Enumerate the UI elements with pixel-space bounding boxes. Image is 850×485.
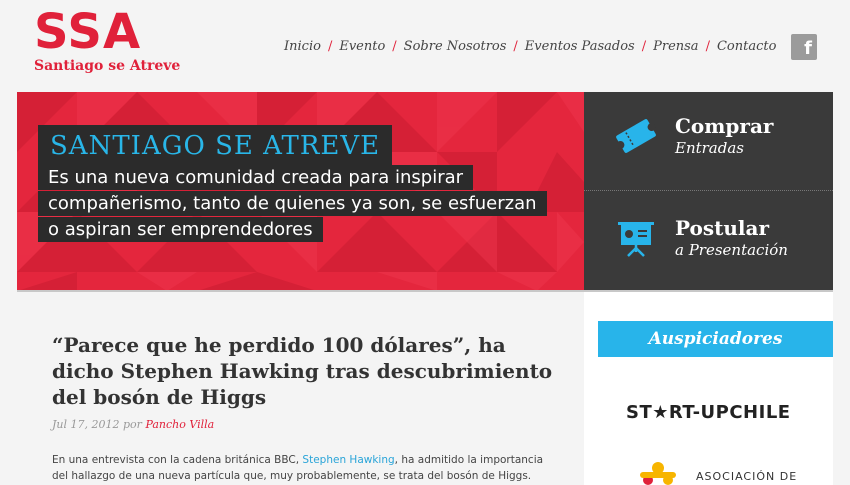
logo-subtitle: Santiago se Atreve [34,58,181,74]
apply-subtitle: a Presentación [675,241,788,259]
action-panel: Comprar Entradas Postular a Presentación [584,92,833,291]
site-logo[interactable]: SSA Santiago se Atreve [34,8,180,74]
post-by: por [123,418,142,431]
sponsors-heading: Auspiciadores [598,321,833,357]
sponsors-sidebar: Auspiciadores ST★RT-UPCHILE ASOCIACIÓN D… [584,292,833,485]
hero-title: SANTIAGO SE ATREVE [38,125,393,165]
nav-separator: / [513,39,518,54]
hero-description-text: Es una nueva comunidad creada para inspi… [38,165,547,242]
sponsor-logo-startupchile[interactable]: ST★RT-UPCHILE [626,402,791,423]
buy-tickets-button[interactable]: Comprar Entradas [584,92,833,191]
excerpt-text-start: En una entrevista con la cadena británic… [52,454,303,466]
nav-separator: / [392,39,397,54]
post-title[interactable]: “Parece que he perdido 100 dólares”, ha … [52,332,572,410]
nav-separator: / [705,39,710,54]
logo-mark: SSA [34,4,142,60]
hero-description: Es una nueva comunidad creada para inspi… [38,165,547,243]
apply-presentation-button[interactable]: Postular a Presentación [584,192,833,291]
hero-banner: SANTIAGO SE ATREVE Es una nueva comunida… [17,92,584,291]
post-excerpt: En una entrevista con la cadena británic… [52,452,552,484]
sponsor-asociacion-icon [640,462,676,485]
nav-item-sobre-nosotros[interactable]: Sobre Nosotros [404,39,507,54]
main-nav: Inicio / Evento / Sobre Nosotros / Event… [284,39,776,54]
nav-separator: / [641,39,647,54]
sponsor-asociacion-text: ASOCIACIÓN DE [696,470,798,483]
facebook-icon[interactable]: f [791,34,817,60]
apply-title: Postular [675,216,769,240]
nav-separator: / [327,39,333,54]
post-author-link[interactable]: Pancho Villa [145,418,214,431]
buy-subtitle: Entradas [675,139,744,157]
nav-item-inicio[interactable]: Inicio [284,39,321,54]
buy-title: Comprar [675,114,774,138]
sponsor-logo-asociacion[interactable]: ASOCIACIÓN DE [636,462,826,485]
nav-item-prensa[interactable]: Prensa [653,39,698,54]
nav-item-eventos-pasados[interactable]: Eventos Pasados [525,39,635,54]
post-meta: Jul 17, 2012 por Pancho Villa [52,418,214,431]
presentation-icon [618,222,654,257]
nav-item-contacto[interactable]: Contacto [717,39,776,54]
post-date: Jul 17, 2012 [52,418,120,431]
post-area: “Parece que he perdido 100 dólares”, ha … [17,292,584,485]
nav-item-evento[interactable]: Evento [339,39,385,54]
ticket-icon [616,119,656,153]
excerpt-link[interactable]: Stephen Hawking [302,454,394,466]
